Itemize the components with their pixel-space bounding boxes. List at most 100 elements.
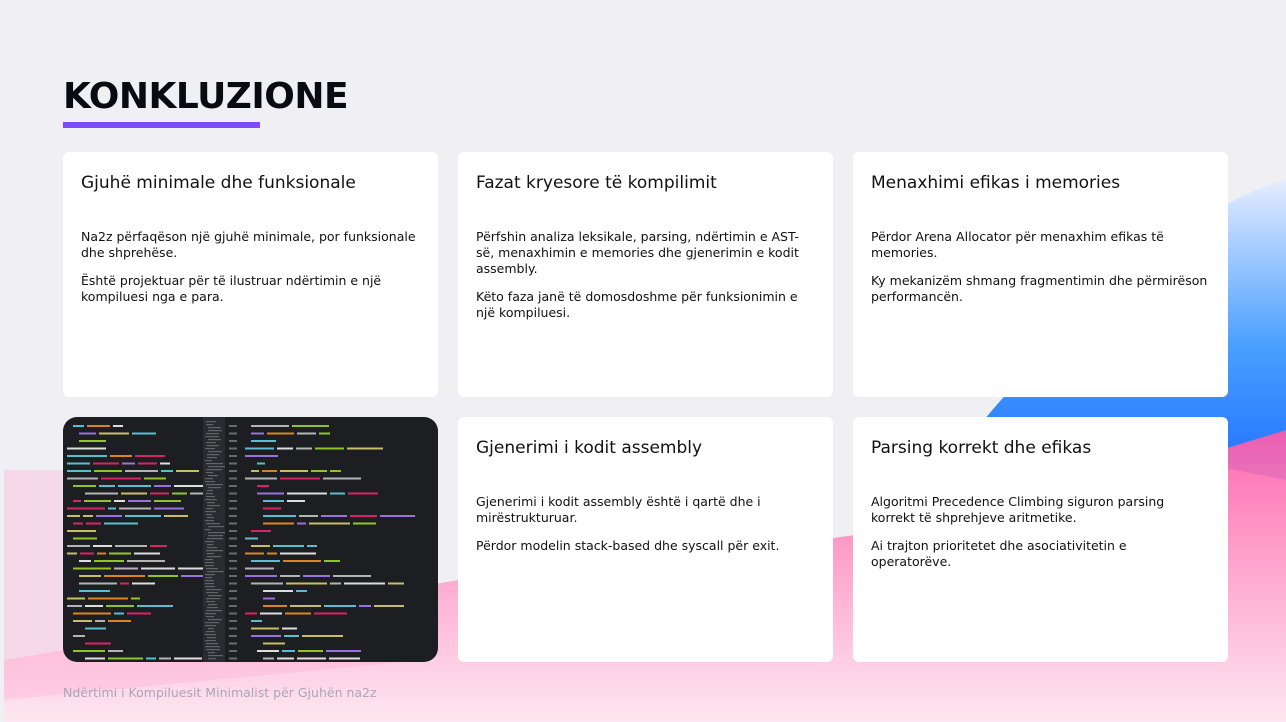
code-line — [137, 605, 173, 607]
code-line — [263, 642, 285, 645]
code-line — [135, 455, 165, 457]
code-line — [101, 477, 141, 480]
code-line — [125, 515, 161, 517]
code-minimap-line — [207, 505, 220, 507]
code-minimap-line — [207, 490, 213, 492]
code-line — [260, 612, 282, 615]
code-line — [380, 515, 415, 517]
code-line — [251, 582, 283, 585]
code-minimap-line — [205, 478, 213, 480]
code-minimap-line — [208, 604, 217, 606]
card-text: Gjenerimi i kodit assembly është i qartë… — [476, 494, 761, 525]
code-minimap-line — [207, 457, 217, 459]
card-text: Përdor modelin stack-based dhe syscall p… — [476, 538, 780, 553]
code-screenshot-icon — [67, 417, 415, 662]
code-line — [114, 567, 138, 570]
code-minimap-line — [205, 580, 214, 582]
code-minimap-line — [205, 634, 216, 636]
code-line-number — [229, 470, 237, 472]
code-line-number — [229, 552, 237, 555]
card-compilation-phases: Fazat kryesore të kompilimit Përfshin an… — [458, 152, 833, 397]
code-line — [132, 582, 155, 585]
code-line-number — [229, 432, 237, 435]
code-line — [282, 650, 295, 652]
code-line — [114, 500, 125, 502]
code-line — [344, 582, 385, 585]
code-line-number — [229, 492, 237, 495]
code-line — [330, 492, 345, 495]
code-minimap-line — [205, 541, 214, 543]
code-minimap-line — [206, 496, 215, 498]
code-line — [119, 507, 151, 510]
code-minimap-line — [208, 619, 222, 621]
code-minimap-line — [207, 517, 214, 519]
code-line — [263, 500, 284, 502]
code-line — [122, 462, 135, 465]
code-line — [67, 552, 77, 555]
code-line — [109, 552, 131, 555]
card-text: Përfshin analiza leksikale, parsing, ndë… — [476, 229, 799, 276]
code-line — [120, 582, 129, 585]
code-minimap-line — [206, 463, 223, 465]
code-line — [267, 432, 294, 435]
code-line — [287, 500, 305, 502]
code-minimap-line — [205, 481, 215, 483]
code-minimap-line — [205, 520, 214, 522]
code-line — [359, 605, 371, 607]
code-minimap-line — [207, 553, 214, 555]
code-line — [263, 605, 287, 607]
code-line — [73, 620, 92, 622]
code-line — [172, 492, 187, 495]
code-minimap-line — [205, 613, 216, 615]
code-minimap-line — [208, 658, 216, 660]
code-line-number — [229, 575, 237, 577]
code-line — [67, 455, 107, 457]
code-line-number — [229, 537, 237, 540]
code-minimap-line — [205, 577, 212, 579]
code-line-number — [229, 582, 237, 585]
code-line — [127, 560, 165, 562]
card-text: Ky mekanizëm shmang fragmentimin dhe për… — [871, 273, 1208, 304]
code-line — [347, 447, 383, 450]
code-minimap-line — [205, 646, 220, 648]
code-line — [257, 492, 284, 495]
code-minimap-line — [207, 571, 224, 573]
code-line — [251, 432, 264, 435]
code-minimap-line — [206, 523, 220, 525]
code-line — [67, 462, 90, 465]
code-line-number — [229, 642, 237, 645]
code-line — [125, 470, 158, 472]
code-line — [245, 477, 277, 480]
code-minimap-line — [207, 538, 223, 540]
code-line — [73, 635, 85, 637]
code-line-number — [229, 650, 237, 652]
code-line — [315, 447, 344, 450]
code-line — [73, 567, 111, 570]
code-line — [251, 620, 262, 622]
code-minimap-line — [206, 433, 219, 435]
code-minimap-line — [206, 424, 213, 426]
code-line — [121, 492, 147, 495]
code-minimap-line — [207, 544, 213, 546]
card-memory-management: Menaxhimi efikas i memories Përdor Arena… — [853, 152, 1228, 397]
code-line — [108, 650, 123, 652]
code-line-number — [229, 530, 237, 532]
code-line-number — [229, 425, 237, 427]
code-line — [85, 627, 106, 630]
code-minimap-line — [206, 550, 223, 552]
code-line-number — [229, 612, 237, 615]
code-line — [263, 597, 275, 600]
code-line — [164, 515, 188, 517]
code-line — [251, 635, 281, 637]
code-line — [285, 612, 311, 615]
code-line — [299, 515, 318, 517]
code-minimap-line — [208, 439, 221, 441]
code-line — [287, 492, 327, 495]
code-line — [154, 485, 171, 487]
code-line — [148, 575, 178, 577]
code-line — [303, 575, 330, 577]
code-line — [296, 447, 312, 450]
code-line — [97, 552, 106, 555]
code-line — [353, 522, 376, 525]
code-line — [67, 470, 91, 472]
